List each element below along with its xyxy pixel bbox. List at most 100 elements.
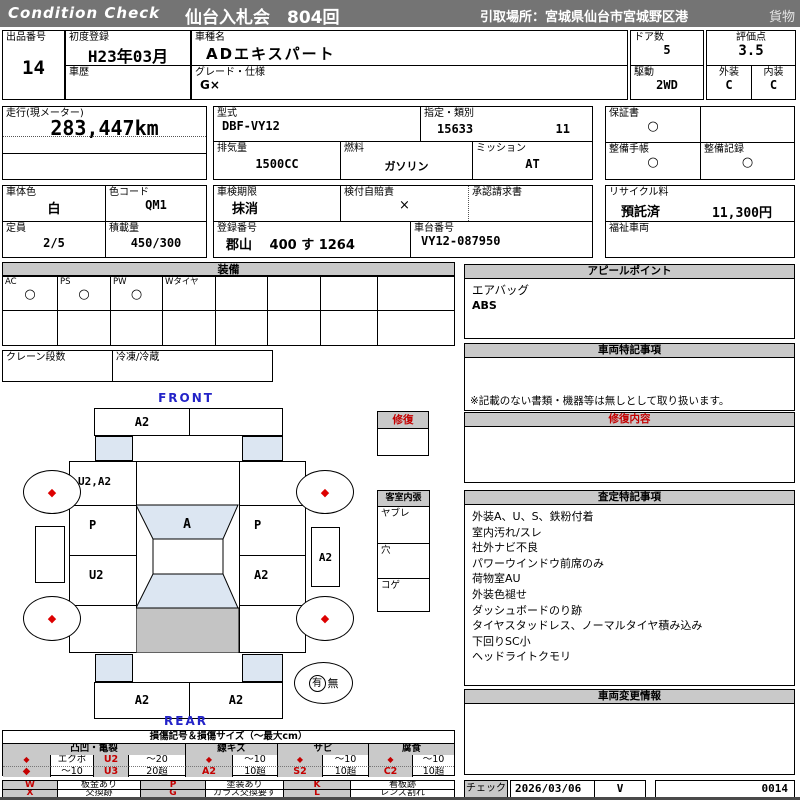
front-pillar-left xyxy=(95,436,133,461)
equip-empty-cell xyxy=(378,277,454,311)
legend-cell: 〜10 xyxy=(233,755,278,766)
score-box: 評価点 3.5 外装 C 内装 C xyxy=(706,30,796,100)
warranty-mark: ○ xyxy=(647,119,659,134)
transmission-value: AT xyxy=(525,157,540,171)
mark-code-w: W xyxy=(3,781,58,789)
lot-number-value: 14 xyxy=(22,57,45,79)
hood-damage-code: A2 xyxy=(134,415,150,429)
vehicle-notes-panel: 車両特記事項 ※記載のない書類・機器等は無しとして取り扱います。 xyxy=(464,343,795,411)
jibaiseki-mark: × xyxy=(399,198,410,213)
assessment-line: 社外ナビ不良 xyxy=(472,541,538,555)
service-book-label: 整備手帳 xyxy=(609,144,649,155)
check-label-cell: チェック xyxy=(464,780,508,798)
appeal-points-title: アピールポイント xyxy=(465,265,794,279)
displacement-label: 排気量 xyxy=(217,143,247,154)
doors-value: 5 xyxy=(663,43,671,57)
color-capacity-box: 車体色 白 色コード QM1 定員 2/5 積載量 450/300 xyxy=(2,185,207,258)
first-registration-value: H23年03月 xyxy=(87,47,169,66)
recycle-status: 預託済 xyxy=(621,205,661,220)
color-code-value: QM1 xyxy=(145,198,167,212)
hood-panel: A2 xyxy=(94,408,283,436)
warranty-label: 保証書 xyxy=(609,108,639,119)
change-info-panel: 車両変更情報 xyxy=(464,689,795,775)
model-box: 車種名 ADエキスパート グレード・仕様 G× xyxy=(191,30,628,100)
equip-pw-mark: ○ xyxy=(130,287,143,302)
left-rear-panel-code: U2 xyxy=(89,568,104,582)
exterior-grade: C xyxy=(725,78,733,92)
legend-code-u3: U3 xyxy=(94,766,129,777)
legend-diamond-icon: ◆ xyxy=(278,755,323,766)
mark-code-p: P xyxy=(141,781,206,789)
legend-diamond-icon: ◆ xyxy=(369,755,413,766)
equip-empty-cell xyxy=(3,311,58,345)
body-color-label: 車体色 xyxy=(6,187,36,198)
repair-details-title: 修復内容 xyxy=(465,413,794,427)
model-code-value: DBF-VY12 xyxy=(222,119,280,133)
fridge-label: 冷凍/冷蔵 xyxy=(116,352,160,363)
equipment-title: 装備 xyxy=(217,263,240,276)
inspection-value: 抹消 xyxy=(232,202,259,217)
equip-pw-label: PW xyxy=(113,277,127,287)
change-info-title: 車両変更情報 xyxy=(465,690,794,704)
inspection-label: 車検期限 xyxy=(217,187,257,198)
roof-glass-shapes xyxy=(136,504,239,653)
mark-desc: 板金あり xyxy=(58,781,141,789)
documents-box: 保証書 ○ 整備手帳 ○ 整備記録 ○ xyxy=(605,106,795,180)
wheel-damage-icon: ◆ xyxy=(320,485,330,499)
assessment-line: 室内汚れ/スレ xyxy=(472,525,542,539)
recycle-box: リサイクル料 預託済 11,300円 福祉車両 xyxy=(605,185,795,258)
legend-cell: エクボ xyxy=(51,755,94,766)
equip-empty-cell xyxy=(216,277,268,311)
vehicle-category: 貨物 xyxy=(768,10,795,25)
mileage-box: 走行(現メーター) 283,447km xyxy=(2,106,207,180)
legend-title: 損傷記号＆損傷サイズ（〜最大cm） xyxy=(3,731,454,744)
equip-empty-cell xyxy=(58,311,111,345)
left-front-door-cell: P xyxy=(69,506,137,556)
legend-group-rust: サビ xyxy=(278,744,369,755)
sheet-number-box: 0014 xyxy=(655,780,795,798)
equip-empty-cell xyxy=(268,277,321,311)
spare-tire-yes: 有 xyxy=(308,674,326,692)
assessment-line: 外装A、U、S、鉄粉付着 xyxy=(472,510,594,523)
lot-number-box: 出品番号 14 xyxy=(2,30,65,100)
rear-left-damage-code: A2 xyxy=(134,693,150,707)
wheel-damage-icon: ◆ xyxy=(320,612,330,625)
sheet-number: 0014 xyxy=(761,782,789,795)
color-code-label: 色コード xyxy=(109,187,149,198)
body-color-value: 白 xyxy=(47,202,61,217)
service-book-mark: ○ xyxy=(647,155,659,170)
right-front-door-code: P xyxy=(254,518,262,532)
wheel-rear-left: ◆ xyxy=(23,596,81,641)
cabin-row-hole: 穴 xyxy=(381,545,391,556)
legend-cell: 〜20 xyxy=(129,755,186,766)
payload-label: 積載量 xyxy=(109,223,139,234)
fuel-value: ガソリン xyxy=(384,160,429,173)
model-name-label: 車種名 xyxy=(195,32,225,43)
assessment-line: 荷物室AU xyxy=(472,572,521,586)
equip-ps-mark: ○ xyxy=(78,287,90,302)
crane-label: クレーン段数 xyxy=(6,352,66,363)
legend-cell: 10超 xyxy=(233,766,278,777)
legend-cell: 10超 xyxy=(413,766,454,777)
service-record-label: 整備記録 xyxy=(704,144,744,155)
brand-logo: Condition Check xyxy=(8,4,161,22)
legend-cell: 〜10 xyxy=(51,766,94,777)
legend-diamond-icon: ◆ xyxy=(3,755,51,766)
interior-label: 内装 xyxy=(763,67,784,78)
class-label: 指定・類別 xyxy=(424,108,474,119)
capacity-value: 2/5 xyxy=(43,236,65,250)
assessment-line: ヘッドライトクモリ xyxy=(472,650,571,664)
left-side-mirror-box xyxy=(35,526,65,583)
doors-drive-box: ドア数 5 駆動 2WD xyxy=(630,30,704,100)
cabin-interior-box: 客室内張 ヤブレ 穴 コゲ xyxy=(377,490,430,612)
appeal-line: エアバッグ xyxy=(472,283,530,297)
check-date-box: 2026/03/06 V xyxy=(510,780,646,798)
legend-cell: 〜10 xyxy=(323,755,369,766)
equip-empty-cell xyxy=(111,311,163,345)
wheel-damage-icon: ◆ xyxy=(47,485,57,499)
service-record-mark: ○ xyxy=(741,155,754,170)
doors-label: ドア数 xyxy=(634,32,664,43)
fuel-label: 燃料 xyxy=(344,143,364,154)
transmission-label: ミッション xyxy=(476,143,526,154)
welfare-label: 福祉車両 xyxy=(609,223,649,234)
